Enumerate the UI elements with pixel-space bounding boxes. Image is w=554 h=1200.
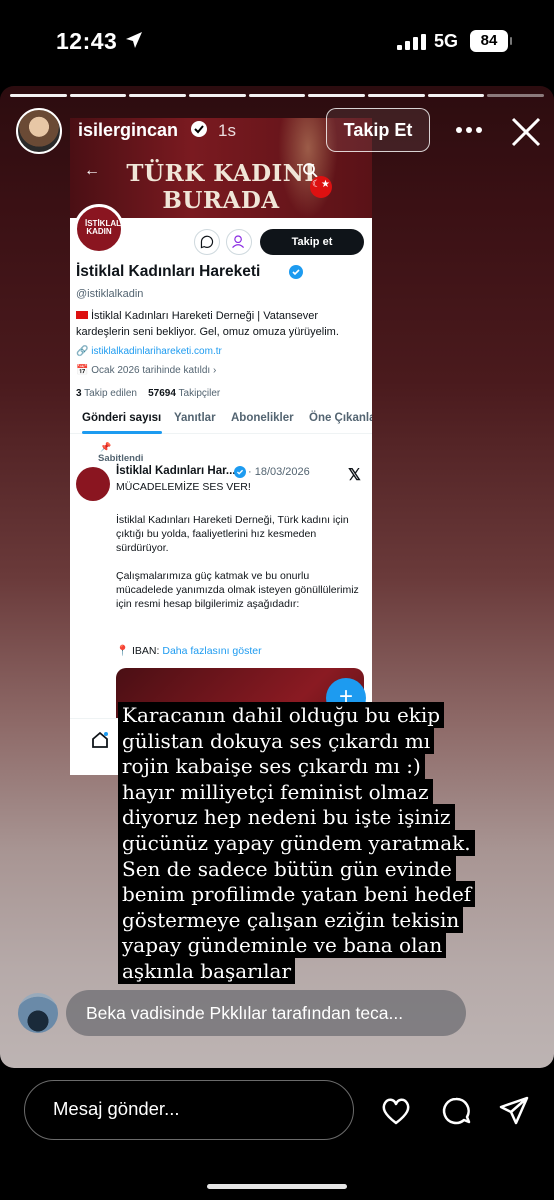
joined-date: 📅 Ocak 2026 tarihinde katıldı › <box>76 365 217 376</box>
home-indicator[interactable] <box>207 1184 347 1189</box>
message-icon <box>194 229 220 255</box>
tweet-date: · 18/03/2026 <box>248 466 310 478</box>
reply-preview[interactable]: Beka vadisinde Pkklılar tarafından teca.… <box>18 990 538 1038</box>
avatar <box>18 993 58 1033</box>
map-pin-icon: 📍 <box>116 645 130 657</box>
follow-button: Takip et <box>260 229 364 255</box>
reply-preview-text[interactable]: Beka vadisinde Pkklılar tarafından teca.… <box>66 990 466 1036</box>
story-username[interactable]: isilergincan <box>78 120 178 141</box>
tab-highlights: Öne Çıkanla <box>309 412 372 424</box>
x-logo-icon: 𝕏 <box>348 467 361 484</box>
home-icon <box>92 731 108 748</box>
pinned-label: Sabitlendi <box>98 453 144 464</box>
account-handle: @istiklalkadin <box>76 288 144 300</box>
more-options-icon[interactable] <box>456 126 482 134</box>
flag-icon <box>76 311 88 319</box>
avatar[interactable] <box>16 108 62 154</box>
embedded-tweet-screenshot: ← TÜRK KADINI BURADA İSTİKLAL KADIN Taki… <box>70 118 372 775</box>
message-bar: Mesaj gönder... <box>0 1068 554 1200</box>
story-card[interactable]: ← TÜRK KADINI BURADA İSTİKLAL KADIN Taki… <box>0 86 554 1068</box>
verified-badge-icon <box>234 466 246 478</box>
location-arrow-icon <box>126 32 142 48</box>
profile-picture: İSTİKLAL KADIN <box>74 204 124 254</box>
story-progress-bar <box>10 94 545 97</box>
profile-tabs: Gönderi sayısı Yanıtlar Abonelikler Öne … <box>70 404 372 434</box>
pin-icon: 📌 <box>100 442 112 452</box>
message-input[interactable]: Mesaj gönder... <box>24 1080 354 1140</box>
turkish-flag-icon <box>310 176 332 198</box>
story-caption: Karacanın dahil olduğu bu ekip gülistan … <box>118 702 476 985</box>
subscribe-icon <box>226 229 252 255</box>
close-icon[interactable] <box>510 116 542 148</box>
heart-icon[interactable] <box>380 1096 412 1126</box>
follow-button[interactable]: Takip Et <box>326 108 430 152</box>
active-tab-indicator <box>82 431 162 434</box>
story-time: 1s <box>218 121 236 140</box>
tab-subscriptions: Abonelikler <box>231 412 294 424</box>
follow-stats: 3 Takip edilen 57694 Takipçiler <box>76 388 221 399</box>
account-bio: İstiklal Kadınları Hareketi Derneği | Va… <box>76 310 339 338</box>
search-icon <box>303 163 318 178</box>
signal-icon <box>397 34 426 50</box>
clock: 12:43 <box>56 28 118 54</box>
tweet-avatar <box>76 467 110 501</box>
tab-replies: Yanıtlar <box>174 412 216 424</box>
tweet-headline: MÜCADELEMİZE SES VER! <box>116 481 251 493</box>
status-bar: 12:43 5G 84 <box>0 0 554 86</box>
tweet-iban: 📍 IBAN: Daha fazlasını göster <box>116 645 262 657</box>
network-type: 5G <box>434 31 459 51</box>
comment-icon[interactable] <box>441 1096 471 1126</box>
tweet-body: İstiklal Kadınları Hareketi Derneği, Tür… <box>116 514 359 610</box>
battery-icon: 84 <box>470 30 512 52</box>
profile-link: 🔗 istiklalkadinlarihareketi.com.tr <box>76 346 222 357</box>
verified-badge-icon <box>191 121 207 137</box>
send-icon[interactable] <box>498 1095 530 1127</box>
tab-posts: Gönderi sayısı <box>82 412 162 424</box>
account-name: İstiklal Kadınları Hareketi <box>76 263 261 280</box>
verified-badge-icon <box>289 265 303 279</box>
tweet-author: İstiklal Kadınları Har... <box>116 465 236 477</box>
